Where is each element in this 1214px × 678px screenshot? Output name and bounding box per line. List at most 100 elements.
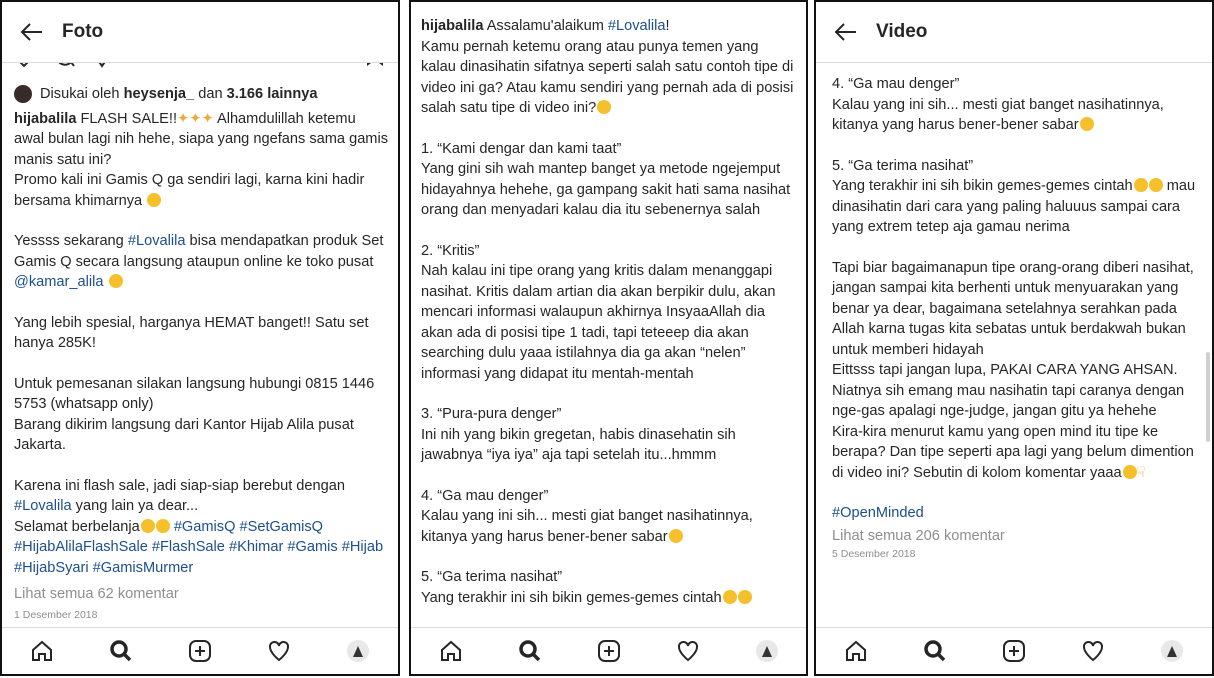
list-item-title: 5. “Ga terima nasihat” (832, 157, 974, 174)
caption-para-1: hijabalila FLASH SALE!!✦✦✦ Alhamdulillah… (14, 109, 388, 171)
view-comments-link[interactable]: Lihat semua 206 komentar (832, 526, 1200, 547)
comment-icon[interactable] (54, 62, 76, 72)
list-item-body: Yang gini sih wah mantep banget ya metod… (421, 161, 791, 218)
liker-username[interactable]: heysenja_ (124, 86, 195, 102)
heart-icon[interactable] (259, 631, 299, 671)
caption-para-7: Karena ini flash sale, jadi siap-siap be… (14, 476, 388, 517)
caption-para: Kira-kira menurut kamu yang open mind it… (832, 422, 1200, 484)
caption-intro: Kamu pernah ketemu orang atau punya teme… (421, 37, 794, 119)
list-item-body: Nah kalau ini tipe orang yang kritis dal… (421, 263, 776, 382)
emoji-icon (722, 589, 737, 604)
share-icon[interactable] (92, 62, 112, 72)
heart-icon[interactable] (668, 631, 708, 671)
emoji-icon (1122, 464, 1137, 479)
add-post-icon[interactable] (994, 631, 1034, 671)
caption-text: Yang terakhir ini sih bikin gemes-gemes … (832, 178, 1133, 194)
emoji-icon (668, 528, 683, 543)
emoji-icon (1148, 178, 1163, 192)
caption-block: hijabalila Assalamu'alaikum #Lovalila! K… (421, 16, 794, 608)
caption-block: Disukai oleh heysenja_ dan 3.166 lainnya… (14, 84, 388, 623)
post-content: 4. “Ga mau denger” Kalau yang ini sih...… (816, 62, 1212, 628)
caption-block: 4. “Ga mau denger” Kalau yang ini sih...… (832, 74, 1200, 562)
emoji-icon (597, 100, 612, 114)
caption-text: yang lain ya dear... (71, 498, 199, 514)
likes-line[interactable]: Disukai oleh heysenja_ dan 3.166 lainnya (14, 84, 388, 105)
caption-text: Yang terakhir ini sih bikin gemes-gemes … (421, 589, 722, 606)
panel-caption-scroll: hijabalila Assalamu'alaikum #Lovalila! K… (409, 0, 808, 676)
hashtag-link[interactable]: #OpenMinded (832, 503, 1200, 524)
search-icon[interactable] (101, 631, 141, 671)
panel-foto: Foto Disukai oleh heysenja_ dan 3.166 la… (0, 0, 400, 676)
caption-username[interactable]: hijabalila (421, 18, 483, 34)
caption-text: Karena ini flash sale, jadi siap-siap be… (14, 477, 346, 494)
search-icon[interactable] (915, 631, 955, 671)
caption-text: Assalamu'alaikum (483, 18, 608, 34)
likes-count[interactable]: 3.166 lainnya (227, 86, 318, 102)
caption-text: Selamat berbelanja (14, 518, 140, 535)
caption-para-2: Promo kali ini Gamis Q ga sendiri lagi, … (14, 170, 388, 211)
pointing-hand-emoji-icon: ☟ (1136, 464, 1146, 481)
back-arrow-icon[interactable] (2, 2, 62, 62)
caption-text: Kalau yang ini sih... mesti giat banget … (421, 508, 753, 545)
bottom-tab-bar (2, 627, 398, 674)
view-comments-link[interactable]: Lihat semua 62 komentar (14, 584, 388, 605)
caption-text: Kalau yang ini sih... mesti giat banget … (832, 96, 1164, 134)
caption-text: ! (665, 18, 670, 34)
post-content: hijabalila Assalamu'alaikum #Lovalila! K… (411, 2, 806, 628)
bottom-tab-bar (411, 627, 806, 674)
hashtag-link[interactable]: #Lovalila (128, 233, 186, 249)
caption-para-3: Yessss sekarang #Lovalila bisa mendapatk… (14, 231, 388, 293)
top-bar: Foto (2, 2, 398, 63)
caption-username[interactable]: hijabalila (14, 111, 76, 127)
profile-avatar-icon[interactable] (747, 631, 787, 671)
list-item-title: 3. “Pura-pura denger” (421, 406, 562, 422)
page-title: Video (876, 21, 928, 42)
caption-para-8: Selamat berbelanja #GamisQ #SetGamisQ #H… (14, 517, 388, 579)
emoji-icon (1079, 117, 1094, 131)
add-post-icon[interactable] (180, 631, 220, 671)
caption-para-4: Yang lebih spesial, harganya HEMAT bange… (14, 314, 369, 352)
sparkle-emoji-icon: ✦✦✦ (177, 110, 214, 127)
panel-video: Video 4. “Ga mau denger” Kalau yang ini … (814, 0, 1214, 676)
profile-avatar-icon[interactable] (338, 631, 378, 671)
caption-para-1: hijabalila Assalamu'alaikum #Lovalila! (421, 16, 794, 37)
scrollbar[interactable] (1206, 352, 1210, 442)
post-content: Disukai oleh heysenja_ dan 3.166 lainnya… (2, 62, 398, 628)
emoji-icon (147, 192, 162, 207)
caption-text: Yessss sekarang (14, 233, 128, 249)
list-item-body: Ini nih yang bikin gregetan, habis dinas… (421, 426, 736, 464)
caption-para: Eittsss tapi jangan lupa, PAKAI CARA YAN… (832, 362, 1185, 419)
list-item-title: 4. “Ga mau denger” (421, 487, 549, 504)
home-icon[interactable] (431, 631, 471, 671)
bottom-tab-bar (816, 627, 1212, 674)
caption-text: Promo kali ini Gamis Q ga sendiri lagi, … (14, 172, 365, 209)
list-item-title: 2. “Kritis” (421, 242, 480, 259)
hashtag-link[interactable]: #Lovalila (14, 498, 72, 514)
top-bar: Video (816, 2, 1212, 63)
add-post-icon[interactable] (589, 631, 629, 671)
caption-text: FLASH SALE!! (76, 110, 178, 127)
caption-para-6: Barang dikirim langsung dari Kantor Hija… (14, 416, 354, 454)
home-icon[interactable] (22, 631, 62, 671)
list-item-title: 1. “Kami dengar dan kami taat” (421, 140, 622, 157)
bookmark-icon[interactable] (364, 62, 386, 72)
heart-icon[interactable] (1073, 631, 1113, 671)
back-arrow-icon[interactable] (816, 2, 876, 62)
list-item-body: Yang terakhir ini sih bikin gemes-gemes … (421, 588, 794, 609)
page-title: Foto (62, 21, 104, 42)
hashtag-link[interactable]: #Lovalila (608, 18, 666, 34)
likes-prefix: Disukai oleh (40, 86, 124, 102)
emoji-icon (108, 274, 123, 288)
heart-icon[interactable] (12, 62, 38, 72)
profile-avatar-icon[interactable] (1152, 631, 1192, 671)
list-item-title: 4. “Ga mau denger” (832, 76, 960, 92)
home-icon[interactable] (836, 631, 876, 671)
caption-para-5: Untuk pemesanan silakan langsung hubungi… (14, 375, 375, 413)
emoji-icon (737, 589, 752, 604)
search-icon[interactable] (510, 631, 550, 671)
emoji-icon (140, 518, 155, 533)
emoji-icon (155, 518, 170, 533)
caption-para: Tapi biar bagaimanapun tipe orang-orang … (832, 259, 1194, 358)
likes-mid: dan (194, 86, 227, 102)
mention-link[interactable]: @kamar_alila (14, 274, 103, 290)
